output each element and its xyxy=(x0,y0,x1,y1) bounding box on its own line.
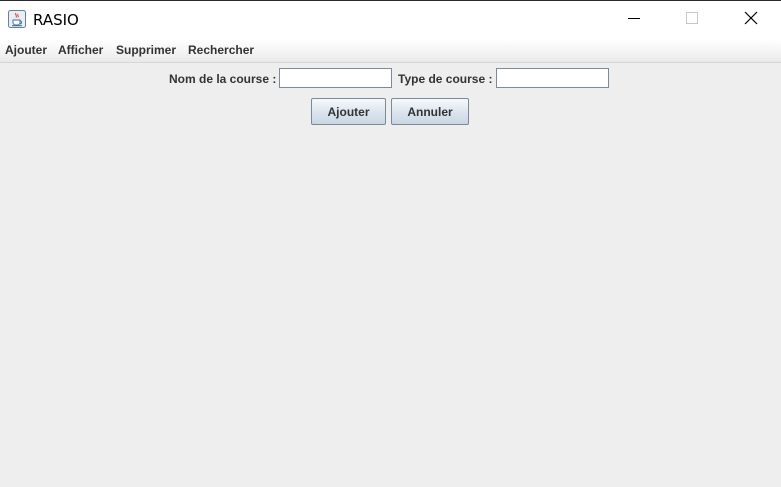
menu-supprimer[interactable]: Supprimer xyxy=(116,43,176,57)
menu-afficher[interactable]: Afficher xyxy=(58,43,103,57)
maximize-icon xyxy=(686,11,698,29)
add-button[interactable]: Ajouter xyxy=(311,98,386,125)
minimize-button[interactable] xyxy=(605,1,663,39)
maximize-button[interactable] xyxy=(663,1,721,39)
menu-bar: Ajouter Afficher Supprimer Rechercher xyxy=(0,39,781,63)
window-title: RASIO xyxy=(33,11,79,29)
course-name-field[interactable] xyxy=(279,68,392,88)
close-icon xyxy=(744,11,758,30)
title-bar[interactable]: RASIO xyxy=(0,1,781,39)
course-name-label: Nom de la course : xyxy=(169,72,277,86)
java-cup-icon xyxy=(8,10,26,28)
content-area xyxy=(0,131,781,487)
menu-rechercher[interactable]: Rechercher xyxy=(188,43,254,57)
menu-ajouter[interactable]: Ajouter xyxy=(5,43,47,57)
course-type-label: Type de course : xyxy=(398,72,493,86)
cancel-button[interactable]: Annuler xyxy=(391,98,469,125)
app-window: RASIO Ajouter Afficher Supprimer Recherc… xyxy=(0,0,781,487)
course-type-field[interactable] xyxy=(496,68,609,88)
minimize-icon xyxy=(628,11,640,29)
close-button[interactable] xyxy=(722,1,780,39)
